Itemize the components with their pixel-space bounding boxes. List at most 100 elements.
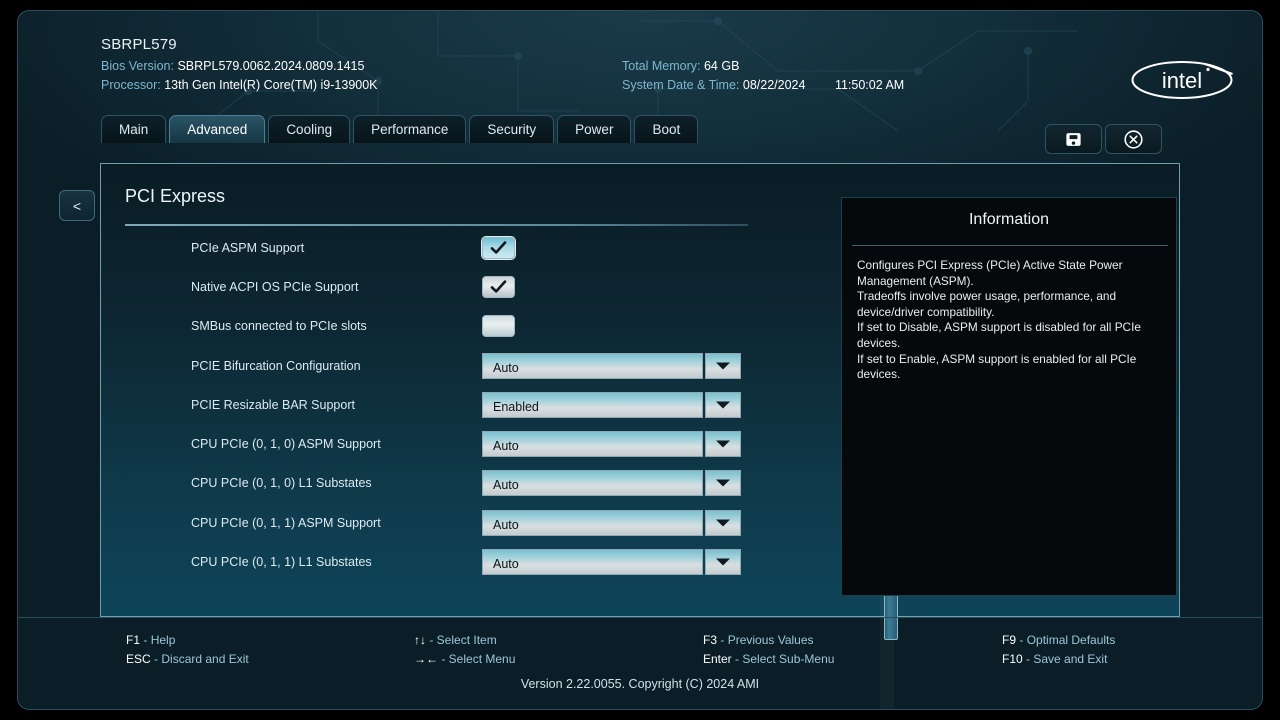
tab-performance[interactable]: Performance [353, 115, 467, 143]
total-memory-value: 64 GB [703, 59, 740, 73]
close-circle-icon [1124, 129, 1143, 149]
svg-text:intel: intel [1162, 68, 1202, 93]
dropdown-value[interactable]: Auto [482, 352, 703, 379]
tab-label: Performance [371, 122, 449, 137]
information-title: Information [968, 211, 1050, 228]
dropdown-toggle[interactable] [705, 470, 741, 497]
chevron-down-icon [716, 440, 730, 448]
key-hint-desc: - Previous Values [720, 633, 814, 647]
setting-dropdown[interactable]: Auto [482, 549, 741, 576]
tab-advanced[interactable]: Advanced [169, 115, 266, 143]
setting-checkbox[interactable] [482, 275, 515, 298]
footer: F1 - Help ESC - Discard and Exit ↑↓ - Sele… [18, 617, 1262, 709]
checkmark-icon [490, 280, 507, 293]
processor-value: 13th Gen Intel(R) Core(TM) i9-13900K [164, 78, 378, 92]
bios-version-row: Bios Version: SBRPL579.0062.2024.0809.14… [101, 59, 364, 73]
setting-dropdown[interactable]: Enabled [482, 391, 741, 418]
key-hint: F9 - Optimal Defaults [1002, 633, 1115, 647]
main-tabs[interactable]: Main Advanced Cooling Performance Security Po… [101, 115, 699, 143]
dropdown-value[interactable]: Auto [482, 431, 703, 458]
chevron-down-icon [716, 362, 730, 370]
setting-label: CPU PCIe (0, 1, 1) L1 Substates [191, 555, 372, 570]
setting-row[interactable]: SMBus connected to PCIe slots [101, 307, 801, 346]
tab-boot[interactable]: Boot [634, 115, 699, 143]
close-button[interactable] [1105, 124, 1162, 154]
chevron-down-icon [716, 479, 730, 487]
floppy-disk-icon [1066, 132, 1081, 146]
bios-version-value: SBRPL579.0062.2024.0809.1415 [177, 59, 365, 73]
key-hint-key: F1 [126, 633, 141, 647]
key-hint: Enter - Select Sub-Menu [703, 652, 834, 666]
chevron-down-icon [716, 519, 730, 527]
tab-security[interactable]: Security [469, 115, 555, 143]
setting-row[interactable]: CPU PCIe (0, 1, 0) L1 Substates Auto [101, 464, 801, 503]
tab-power[interactable]: Power [557, 115, 632, 143]
setting-dropdown[interactable]: Auto [482, 470, 741, 497]
key-hint: ESC - Discard and Exit [126, 652, 249, 666]
dropdown-value[interactable]: Enabled [482, 391, 703, 418]
setting-row[interactable]: CPU PCIe (0, 1, 1) ASPM Support Auto [101, 503, 801, 542]
tab-label: Cooling [286, 122, 333, 137]
setting-row[interactable]: CPU PCIe (0, 1, 1) L1 Substates Auto [101, 542, 801, 581]
dropdown-value[interactable]: Auto [482, 470, 703, 497]
setting-checkbox[interactable] [482, 315, 515, 338]
key-hint-desc: - Save and Exit [1026, 652, 1108, 666]
setting-row[interactable]: Native ACPI OS PCIe Support [101, 267, 801, 306]
window-buttons [1045, 124, 1162, 154]
key-hint-key: F10 [1002, 652, 1023, 666]
setting-control: Auto [482, 431, 741, 458]
setting-control: Enabled [482, 391, 741, 418]
key-hint-key: ESC [126, 652, 151, 666]
back-button[interactable]: < [59, 190, 95, 221]
intel-logo: intel [1131, 61, 1233, 99]
chevron-left-icon: < [72, 197, 82, 214]
total-memory-row: Total Memory: 64 GB [622, 59, 739, 73]
footer-divider [18, 617, 1262, 618]
system-datetime-label: System Date & Time: [622, 78, 740, 92]
setting-row[interactable]: PCIe ASPM Support [101, 228, 801, 267]
dropdown-toggle[interactable] [705, 391, 741, 418]
setting-label: CPU PCIe (0, 1, 0) ASPM Support [191, 437, 381, 452]
bios-version-label: Bios Version: [101, 59, 174, 73]
system-title: SBRPL579 [101, 36, 177, 53]
setting-row[interactable]: PCIE Bifurcation Configuration Auto [101, 346, 801, 385]
dropdown-toggle[interactable] [705, 509, 741, 536]
key-hint-desc: - Select Sub-Menu [735, 652, 835, 666]
dropdown-toggle[interactable] [705, 549, 741, 576]
dropdown-toggle[interactable] [705, 431, 741, 458]
tab-main[interactable]: Main [101, 115, 167, 143]
dropdown-value[interactable]: Auto [482, 509, 703, 536]
setting-label: PCIE Bifurcation Configuration [191, 358, 361, 373]
version-copyright: Version 2.22.0055. Copyright (C) 2024 AM… [520, 677, 760, 691]
save-button[interactable] [1045, 124, 1102, 154]
dropdown-toggle[interactable] [705, 352, 741, 379]
system-datetime-row: System Date & Time: 08/22/2024 11:50:02 … [622, 78, 904, 92]
tab-label: Security [487, 122, 537, 137]
setting-dropdown[interactable]: Auto [482, 509, 741, 536]
setting-row[interactable]: PCIE Resizable BAR Support Enabled [101, 385, 801, 424]
setting-dropdown[interactable]: Auto [482, 352, 741, 379]
tab-cooling[interactable]: Cooling [268, 115, 351, 143]
total-memory-label: Total Memory: [622, 59, 701, 73]
key-hint-key: ↑↓ [414, 633, 426, 647]
key-hint: F3 - Previous Values [703, 633, 814, 647]
setting-dropdown[interactable]: Auto [482, 431, 741, 458]
settings-list: PCIe ASPM Support Native ACPI OS PCIe Sup… [101, 228, 801, 582]
title-divider [125, 224, 748, 226]
key-hint-desc: - Select Item [429, 633, 497, 647]
setting-row[interactable]: CPU PCIe (0, 1, 0) ASPM Support Auto [101, 424, 801, 463]
dropdown-value[interactable]: Auto [482, 549, 703, 576]
tab-label: Boot [652, 122, 681, 137]
system-time-value: 11:50:02 AM [834, 78, 905, 92]
setting-checkbox[interactable] [482, 236, 515, 259]
tab-label: Advanced [187, 122, 248, 137]
header: SBRPL579 Bios Version: SBRPL579.0062.202… [18, 11, 1262, 116]
setting-label: PCIe ASPM Support [191, 240, 305, 255]
setting-label: SMBus connected to PCIe slots [191, 319, 367, 334]
key-hint-key: Enter [703, 652, 732, 666]
key-hint-key: →← [414, 652, 438, 666]
key-hint-desc: - Optimal Defaults [1019, 633, 1116, 647]
information-panel: Information Configures PCI Express (PCIe… [841, 197, 1177, 596]
key-hint: →← - Select Menu [414, 652, 515, 666]
setting-control: Auto [482, 470, 741, 497]
